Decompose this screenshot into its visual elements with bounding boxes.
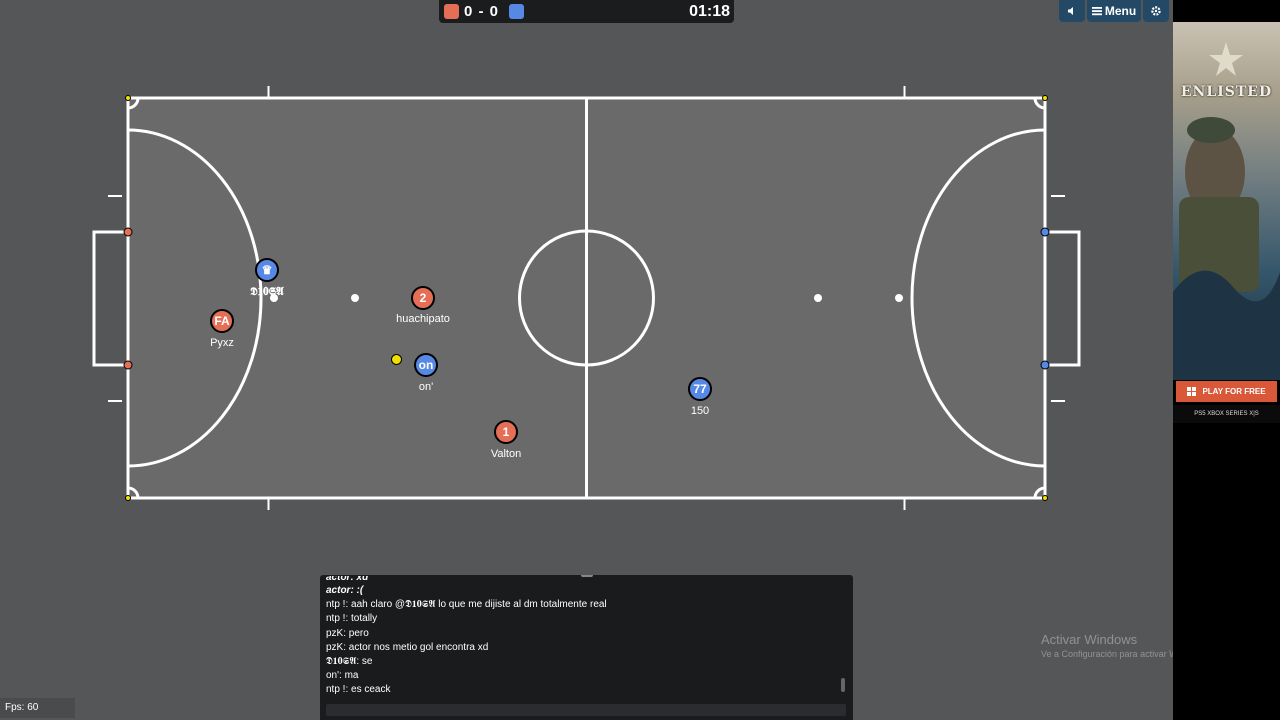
player-150: 77: [688, 377, 712, 401]
top-controls: Menu: [1059, 0, 1169, 22]
ad-banner-image[interactable]: ENLISTED: [1173, 22, 1280, 380]
scoreboard: 0 - 0 01:18: [439, 0, 734, 23]
player-name: huachipato: [396, 313, 450, 325]
chat-log: actor: xd actor: :( ntp !: aah claro @𝕯𝟏…: [326, 576, 836, 698]
menu-button[interactable]: Menu: [1087, 0, 1141, 22]
chat-message: ntp !: aah claro @𝕯𝟏𝟎𝕾𝕬 lo que me dijist…: [326, 599, 607, 611]
player-on: on: [414, 353, 438, 377]
advertisement-panel[interactable]: ENLISTED PLAY FOR FREE PS5 XBOX SERIES X…: [1173, 0, 1280, 720]
chat-message: actor: :(: [326, 585, 364, 596]
sound-button[interactable]: [1059, 0, 1085, 22]
play-for-free-label: PLAY FOR FREE: [1202, 387, 1266, 396]
gear-icon: [1151, 6, 1161, 16]
hamburger-icon: [1091, 7, 1102, 16]
player-avatar: 2: [419, 291, 427, 305]
ad-platforms: PS5 XBOX SERIES X|S: [1173, 405, 1280, 423]
chat-message: on': ma: [326, 670, 359, 682]
player-d10sa: ♛: [255, 258, 279, 282]
chat-message: ntp !: es ceack: [326, 684, 391, 696]
player-name: Pyxz: [210, 337, 234, 349]
right-goal: [1045, 230, 1081, 367]
ad-brand-logo: ENLISTED: [1180, 84, 1273, 100]
left-goal: [92, 230, 128, 367]
chat-message: pzK: pero: [326, 627, 369, 639]
red-team-indicator: [444, 4, 459, 19]
fps-counter: Fps: 60: [0, 698, 75, 718]
player-name: 150: [690, 405, 710, 417]
player-pyxz: FA: [210, 309, 234, 333]
settings-button[interactable]: [1143, 0, 1169, 22]
chat-scrollbar[interactable]: [841, 678, 845, 692]
player-huachipato: 2: [411, 286, 435, 310]
ball: [390, 353, 402, 365]
player-name: Valton: [490, 448, 522, 460]
player-avatar: on: [418, 358, 434, 372]
soldier-artwork: [1173, 42, 1280, 380]
player-valton: 1: [494, 420, 518, 444]
chat-input[interactable]: [326, 704, 846, 716]
chat-message: ntp !: totally: [326, 613, 378, 625]
player-name: on': [418, 381, 434, 393]
player-avatar: ♛: [261, 263, 273, 277]
chat-message: actor: xd: [326, 576, 369, 583]
windows-icon: [1187, 387, 1197, 396]
player-avatar: FA: [214, 314, 230, 328]
chat-panel: actor: xd actor: :( ntp !: aah claro @𝕯𝟏…: [320, 575, 853, 720]
match-timer: 01:18: [689, 3, 730, 20]
player-avatar: 1: [502, 425, 510, 439]
chat-message: 𝕯𝟏𝟎𝕾𝕬: se: [326, 655, 373, 667]
blue-team-indicator: [509, 4, 524, 19]
score-text: 0 - 0: [464, 3, 500, 20]
player-name: 𝕯𝟏𝟎𝕾𝕬: [250, 286, 284, 298]
menu-label: Menu: [1104, 4, 1137, 18]
chat-message: pzK: actor nos metio gol encontra xd: [326, 641, 489, 653]
speaker-icon: [1068, 7, 1073, 15]
player-avatar: 77: [693, 382, 707, 396]
play-for-free-button[interactable]: PLAY FOR FREE: [1176, 381, 1277, 402]
